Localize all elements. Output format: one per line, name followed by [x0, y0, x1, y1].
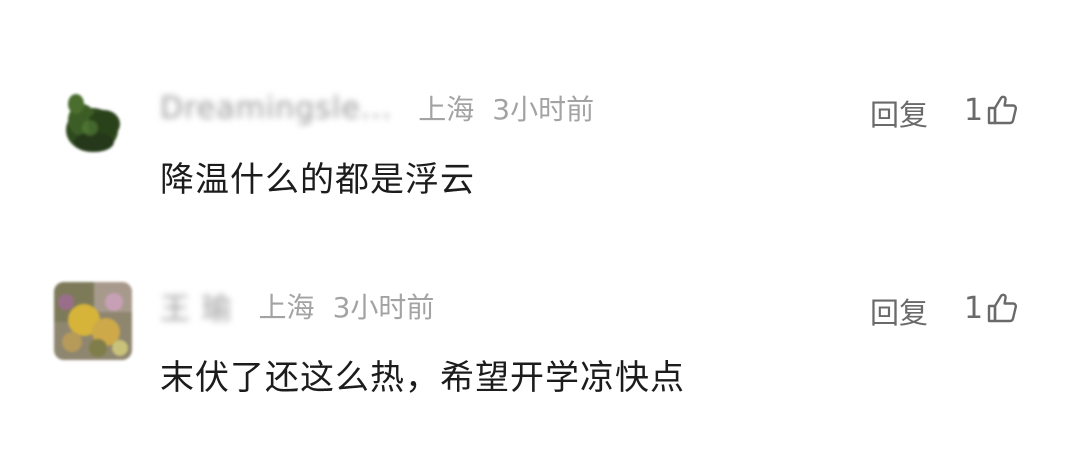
comment-item: Dreamingsle... 上海 3小时前 降温什么的都是浮云 回复 1: [0, 76, 1080, 216]
comment-text: 末伏了还这么热，希望开学凉快点: [160, 358, 685, 398]
like-button[interactable]: 1: [964, 90, 1019, 130]
location-label: 上海: [418, 93, 475, 126]
avatar[interactable]: [54, 84, 132, 162]
reply-button[interactable]: 回复: [870, 92, 928, 134]
like-count: 1: [964, 290, 984, 326]
like-count: 1: [964, 92, 984, 128]
like-button[interactable]: 1: [964, 288, 1019, 328]
comment-text: 降温什么的都是浮云: [160, 160, 475, 200]
username[interactable]: Dreamingsle...: [160, 91, 392, 126]
comment-meta: 王 瑜 上海 3小时前: [160, 284, 435, 328]
thumbs-up-icon: [987, 95, 1018, 125]
thumbs-up-icon: [987, 293, 1018, 323]
timestamp: 3小时前: [492, 93, 595, 126]
username[interactable]: 王 瑜: [160, 284, 233, 328]
avatar[interactable]: [54, 282, 132, 360]
reply-button[interactable]: 回复: [870, 290, 928, 332]
comment-meta: Dreamingsle... 上海 3小时前: [160, 88, 594, 128]
timestamp: 3小时前: [332, 291, 435, 324]
comment-item: 王 瑜 上海 3小时前 末伏了还这么热，希望开学凉快点 回复 1: [0, 274, 1080, 414]
location-label: 上海: [258, 291, 315, 324]
